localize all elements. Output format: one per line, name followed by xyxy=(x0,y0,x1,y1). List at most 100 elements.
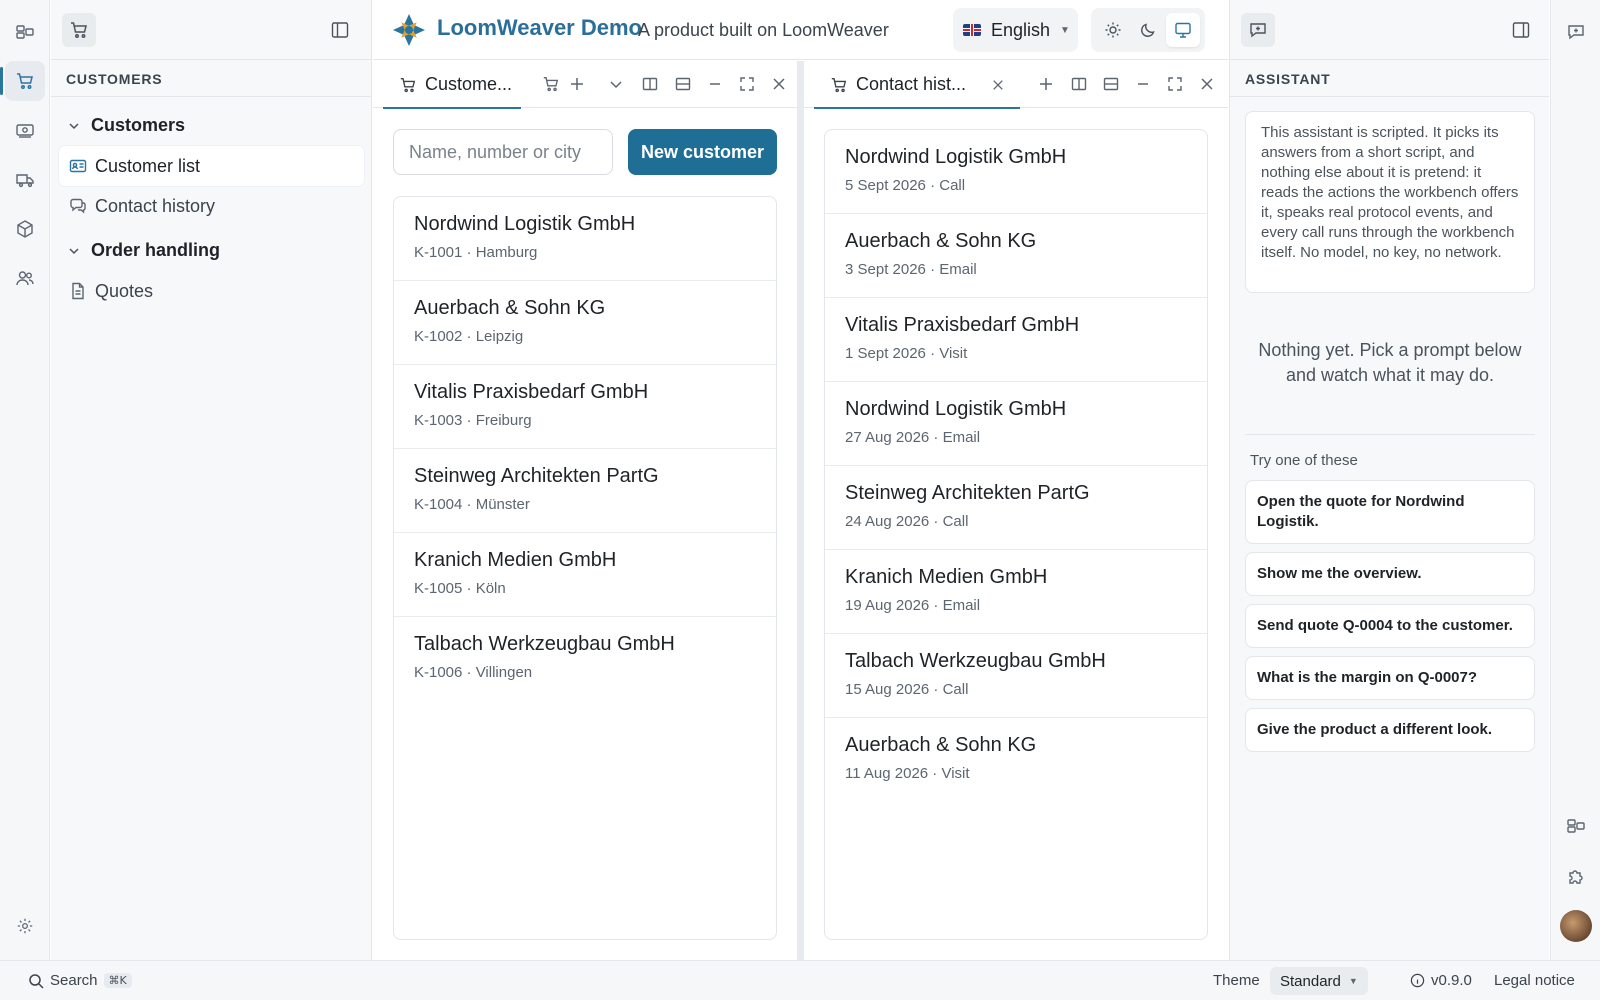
close-icon[interactable] xyxy=(765,70,793,98)
customer-search-input[interactable] xyxy=(393,129,613,175)
tab-customers[interactable]: Custome... xyxy=(383,61,521,109)
overview-icon[interactable] xyxy=(5,12,45,52)
chevron-down-icon xyxy=(69,247,79,254)
minimize-icon[interactable] xyxy=(1129,70,1157,98)
add-tab-icon[interactable] xyxy=(563,70,591,98)
list-item[interactable]: Vitalis Praxisbedarf GmbH 1 Sept 2026 · V… xyxy=(825,298,1207,382)
customer-name: Auerbach & Sohn KG xyxy=(414,297,606,319)
chevron-down-icon[interactable] xyxy=(602,70,630,98)
maximize-icon[interactable] xyxy=(1161,70,1189,98)
list-item[interactable]: Auerbach & Sohn KG K-1002 · Leipzig xyxy=(394,281,776,365)
toggle-panel-icon[interactable] xyxy=(1504,13,1538,47)
contact-customer: Auerbach & Sohn KG xyxy=(845,734,1037,756)
split-vertical-icon[interactable] xyxy=(1065,70,1093,98)
box-icon[interactable] xyxy=(5,209,45,249)
customer-name: Talbach Werkzeugbau GmbH xyxy=(414,633,675,655)
list-item[interactable]: Talbach Werkzeugbau GmbH 15 Aug 2026 · Ca… xyxy=(825,634,1207,718)
monitor-icon[interactable] xyxy=(1166,13,1200,47)
list-item[interactable]: Kranich Medien GmbH 19 Aug 2026 · Email xyxy=(825,550,1207,634)
list-item[interactable]: Auerbach & Sohn KG 3 Sept 2026 · Email xyxy=(825,214,1207,298)
sidebar-item-quotes[interactable]: Quotes xyxy=(59,271,364,311)
app-subtitle: A product built on LoomWeaver xyxy=(638,20,889,40)
toggle-sidebar-icon[interactable] xyxy=(323,13,357,47)
prompt-suggestion[interactable]: Open the quote for Nordwind Logistik. xyxy=(1245,480,1535,544)
caret-down-icon: ▼ xyxy=(1348,976,1358,986)
sidebar-toolbar xyxy=(51,0,371,60)
document-icon xyxy=(72,282,84,300)
tree-group-order-handling[interactable]: Order handling xyxy=(67,240,220,261)
list-item[interactable]: Kranich Medien GmbH K-1005 · Köln xyxy=(394,533,776,617)
cart-icon[interactable] xyxy=(0,61,45,101)
assistant-panel: ASSISTANT This assistant is scripted. It… xyxy=(1229,0,1549,960)
split-vertical-icon[interactable] xyxy=(636,70,664,98)
cart-icon[interactable] xyxy=(537,70,565,98)
history-tabbar: Contact hist... xyxy=(804,61,1228,109)
overview-icon[interactable] xyxy=(1556,806,1596,846)
users-icon[interactable] xyxy=(5,258,45,298)
list-item[interactable]: Steinweg Architekten PartG 24 Aug 2026 · … xyxy=(825,466,1207,550)
app-title[interactable]: LoomWeaver Demo xyxy=(437,15,642,41)
version-info[interactable]: v0.9.0 xyxy=(1410,972,1472,989)
prompt-suggestion[interactable]: Show me the overview. xyxy=(1245,552,1535,596)
contact-meta: 19 Aug 2026 · Email xyxy=(845,597,981,614)
customer-name: Kranich Medien GmbH xyxy=(414,549,617,571)
prompt-suggestion[interactable]: Send quote Q-0004 to the customer. xyxy=(1245,604,1535,648)
customer-meta: K-1002 · Leipzig xyxy=(414,328,524,345)
contact-meta: 15 Aug 2026 · Call xyxy=(845,681,969,698)
split-horizontal-icon[interactable] xyxy=(669,70,697,98)
sidebar-heading: CUSTOMERS xyxy=(51,60,371,97)
prompt-suggestion[interactable]: Give the product a different look. xyxy=(1245,708,1535,752)
theme-value: Standard xyxy=(1280,972,1341,990)
close-tab-icon[interactable] xyxy=(992,79,1004,91)
tree-group-label: Order handling xyxy=(91,240,221,260)
list-item[interactable]: Auerbach & Sohn KG 11 Aug 2026 · Visit xyxy=(825,718,1207,802)
legal-notice-link[interactable]: Legal notice xyxy=(1494,972,1575,989)
global-search[interactable]: Search ⌘K xyxy=(28,972,132,989)
sidebar-item-customer-list[interactable]: Customer list xyxy=(59,146,364,186)
settings-icon[interactable] xyxy=(5,906,45,946)
contact-meta: 5 Sept 2026 · Call xyxy=(845,177,966,194)
moon-icon[interactable] xyxy=(1131,13,1165,47)
customer-meta: K-1006 · Villingen xyxy=(414,664,533,681)
cart-icon[interactable] xyxy=(62,13,96,47)
new-customer-button[interactable]: New customer xyxy=(628,129,777,175)
chat-icon xyxy=(70,198,86,214)
sidebar-item-label: Contact history xyxy=(95,195,216,216)
app-header: LoomWeaver Demo A product built on LoomW… xyxy=(373,0,1228,60)
uk-flag-icon xyxy=(963,24,981,36)
truck-icon[interactable] xyxy=(5,160,45,200)
list-item[interactable]: Nordwind Logistik GmbH K-1001 · Hamburg xyxy=(394,197,776,281)
close-icon[interactable] xyxy=(1193,70,1221,98)
contact-history-list: Nordwind Logistik GmbH 5 Sept 2026 · Call… xyxy=(824,129,1208,940)
list-item[interactable]: Talbach Werkzeugbau GmbH K-1006 · Villing… xyxy=(394,617,776,701)
theme-select[interactable]: Standard ▼ xyxy=(1270,967,1368,995)
sidebar-item-contact-history[interactable]: Contact history xyxy=(59,186,364,226)
maximize-icon[interactable] xyxy=(733,70,761,98)
avatar[interactable] xyxy=(1560,910,1592,942)
tree-group-customers[interactable]: Customers xyxy=(67,115,185,136)
customer-meta: K-1004 · Münster xyxy=(414,496,530,513)
list-item[interactable]: Nordwind Logistik GmbH 27 Aug 2026 · Emai… xyxy=(825,382,1207,466)
contact-customer: Nordwind Logistik GmbH xyxy=(845,146,1067,168)
finance-icon[interactable] xyxy=(5,110,45,150)
language-select[interactable]: English ▼ xyxy=(953,8,1078,52)
caret-down-icon: ▼ xyxy=(1060,24,1070,36)
assistant-chat-icon[interactable] xyxy=(1241,13,1275,47)
sidebar: CUSTOMERS Customers Customer list Contac… xyxy=(51,0,372,960)
logo-icon xyxy=(393,14,425,46)
assistant-chat-icon[interactable] xyxy=(1556,12,1596,52)
customers-pane: Custome... New customer Nordwind Logisti… xyxy=(373,61,797,960)
list-item[interactable]: Vitalis Praxisbedarf GmbH K-1003 · Freibu… xyxy=(394,365,776,449)
add-tab-icon[interactable] xyxy=(1032,70,1060,98)
list-item[interactable]: Steinweg Architekten PartG K-1004 · Münst… xyxy=(394,449,776,533)
sun-icon[interactable] xyxy=(1096,13,1130,47)
list-item[interactable]: Nordwind Logistik GmbH 5 Sept 2026 · Call xyxy=(825,130,1207,214)
divider xyxy=(1245,434,1535,435)
puzzle-icon[interactable] xyxy=(1556,856,1596,896)
pane-splitter[interactable] xyxy=(797,61,804,960)
theme-mode-toggle xyxy=(1091,8,1205,52)
prompt-suggestion[interactable]: What is the margin on Q-0007? xyxy=(1245,656,1535,700)
minimize-icon[interactable] xyxy=(701,70,729,98)
tab-contact-history[interactable]: Contact hist... xyxy=(814,61,1020,109)
split-horizontal-icon[interactable] xyxy=(1097,70,1125,98)
